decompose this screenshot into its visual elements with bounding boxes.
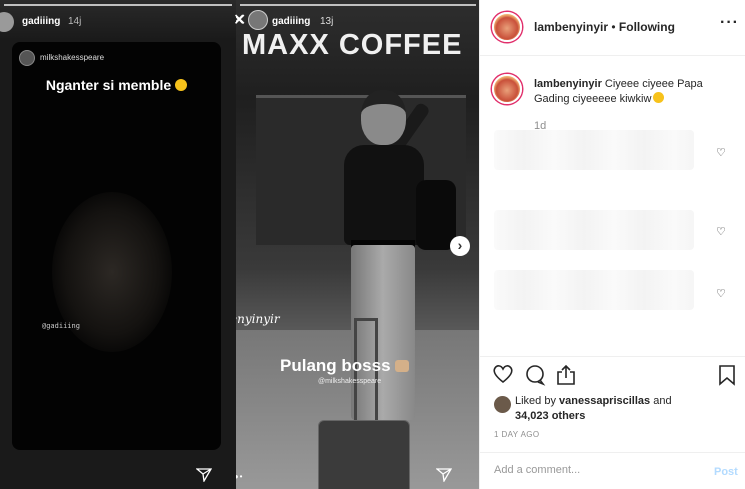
story-avatar — [248, 10, 268, 30]
separator-dot: • — [608, 20, 619, 34]
reshared-story: milkshakesspeare Nganter si memble @gadi… — [12, 42, 221, 450]
shoulder-bag — [416, 180, 456, 250]
mention-tag: @milkshakesspeare — [318, 378, 382, 385]
post-author: lambenyinyir • Following — [534, 20, 675, 34]
close-icon: ✕ — [233, 12, 247, 29]
comment-icon[interactable] — [524, 364, 546, 392]
story-progress-bar — [240, 4, 476, 6]
add-comment-bar: Post — [480, 452, 745, 489]
carousel-dots: •●• — [236, 472, 244, 481]
send-icon — [435, 468, 453, 485]
blurred-comment — [494, 270, 694, 310]
story-progress-bar — [4, 4, 232, 6]
likes-middle: and — [650, 395, 672, 407]
person-head — [361, 90, 406, 145]
watermark: @lambenyinyir — [236, 312, 280, 326]
story-caption-text: Nganter si memble — [45, 77, 172, 93]
comment-text: lambenyinyir Ciyeee ciyeee Papa Gading c… — [534, 77, 734, 107]
post-timestamp[interactable]: 1 DAY AGO — [494, 430, 540, 439]
comment-username[interactable]: lambenyinyir — [534, 78, 602, 90]
story-caption-text: Pulang bosss — [280, 356, 391, 375]
bookmark-icon[interactable] — [718, 364, 736, 392]
post-photo[interactable]: gadiiing 14j milkshakesspeare Nganter si… — [0, 0, 479, 489]
grin-emoji-icon — [653, 92, 665, 103]
heart-icon[interactable]: ♡ — [716, 287, 726, 300]
story-username: gadiiing — [272, 16, 311, 27]
suitcase — [318, 420, 410, 489]
store-sign: MAXX COFFEE — [242, 29, 463, 61]
likes-summary: Liked by vanessapriscillas and 34,023 ot… — [515, 394, 695, 424]
avatar[interactable] — [492, 74, 522, 104]
story-time: 13j — [320, 16, 334, 27]
more-options-button[interactable]: ··· — [720, 14, 739, 32]
blurred-comment — [494, 210, 694, 250]
comment-input[interactable] — [494, 464, 694, 476]
heart-icon[interactable]: ♡ — [716, 146, 726, 159]
follow-status[interactable]: Following — [619, 20, 675, 34]
avatar[interactable] — [492, 12, 522, 42]
chevron-right-icon[interactable]: › — [450, 236, 470, 256]
story-username: gadiiing — [22, 16, 61, 27]
likes-count[interactable]: 34,023 others — [515, 410, 585, 422]
reshared-avatar — [19, 50, 35, 66]
post-button[interactable]: Post — [714, 466, 738, 478]
story-time: 14j — [68, 16, 82, 27]
story-caption: Pulang bosss — [280, 356, 409, 376]
mention-tag: @gadiiing — [42, 322, 80, 330]
avatar[interactable] — [494, 396, 511, 413]
reshared-username: milkshakesspeare — [40, 53, 105, 62]
actions-divider — [480, 356, 745, 357]
grin-emoji-icon — [175, 79, 188, 91]
blurred-comment — [494, 130, 694, 170]
story-screenshot-right: MAXX COFFEE ✕ gadiiing 13j @lambenyinyir… — [236, 0, 479, 489]
send-icon — [195, 468, 213, 485]
person-torso — [344, 145, 424, 245]
heart-icon[interactable]: ♡ — [716, 225, 726, 238]
story-caption: Nganter si memble — [12, 77, 221, 93]
liker-username[interactable]: vanessapriscillas — [559, 395, 650, 407]
likes-prefix: Liked by — [515, 395, 560, 407]
author-username[interactable]: lambenyinyir — [534, 20, 608, 34]
heart-icon[interactable] — [492, 364, 514, 390]
share-icon[interactable] — [555, 364, 577, 392]
story-screenshot-left: gadiiing 14j milkshakesspeare Nganter si… — [0, 0, 236, 489]
post-sidebar: lambenyinyir • Following ··· lambenyinyi… — [479, 0, 745, 489]
hands-emoji-icon — [394, 360, 409, 372]
post-header: lambenyinyir • Following ··· — [480, 0, 745, 56]
